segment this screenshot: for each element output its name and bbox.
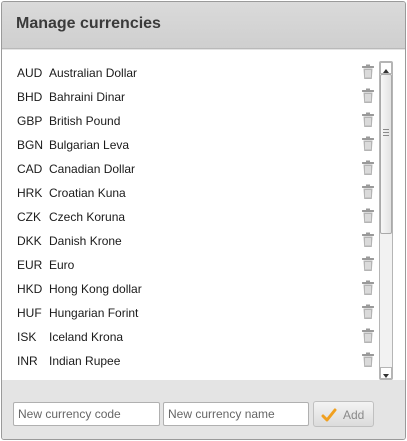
delete-currency-button[interactable] xyxy=(361,64,375,80)
trash-icon xyxy=(362,352,374,367)
thumb-grip-line xyxy=(383,132,389,133)
add-button[interactable]: Add xyxy=(313,401,374,427)
new-currency-code-input[interactable] xyxy=(13,402,160,426)
currency-code: DKK xyxy=(17,234,42,248)
manage-currencies-dialog: Manage currencies AUD Australian Dollar BH… xyxy=(1,1,406,440)
currency-row: AUD Australian Dollar xyxy=(2,61,378,85)
dialog-footer: Add xyxy=(2,390,405,439)
thumb-grip-line xyxy=(383,135,389,136)
currency-code: AUD xyxy=(17,66,43,80)
trash-icon xyxy=(362,280,374,295)
delete-currency-button[interactable] xyxy=(361,280,375,296)
currency-row: DKK Danish Krone xyxy=(2,229,378,253)
arrow-down-icon xyxy=(383,374,389,378)
currency-code: HKD xyxy=(17,282,43,296)
delete-currency-button[interactable] xyxy=(361,232,375,248)
list-scrollbar[interactable] xyxy=(379,61,393,380)
add-button-label: Add xyxy=(343,408,365,422)
delete-currency-button[interactable] xyxy=(361,208,375,224)
delete-currency-button[interactable] xyxy=(361,256,375,272)
currency-row: HKD Hong Kong dollar xyxy=(2,277,378,301)
currency-row: EUR Euro xyxy=(2,253,378,277)
currency-name: Hong Kong dollar xyxy=(49,282,142,296)
currency-name: Euro xyxy=(49,258,75,272)
trash-icon xyxy=(362,184,374,199)
currency-code: ISK xyxy=(17,330,37,344)
new-currency-name-input[interactable] xyxy=(163,402,309,426)
currency-name: Danish Krone xyxy=(49,234,122,248)
currency-name: Iceland Krona xyxy=(49,330,124,344)
currency-code: CAD xyxy=(17,162,43,176)
currency-code: INR xyxy=(17,354,38,368)
trash-icon xyxy=(362,112,374,127)
delete-currency-button[interactable] xyxy=(361,328,375,344)
currency-name: Canadian Dollar xyxy=(49,162,136,176)
trash-icon xyxy=(362,304,374,319)
currency-name: Bulgarian Leva xyxy=(49,138,130,152)
currency-row: HRK Croatian Kuna xyxy=(2,181,378,205)
delete-currency-button[interactable] xyxy=(361,304,375,320)
currency-row: ISK Iceland Krona xyxy=(2,325,378,349)
currency-code: CZK xyxy=(17,210,41,224)
currency-name: Czech Koruna xyxy=(49,210,126,224)
currency-code: GBP xyxy=(17,114,43,128)
checkmark-icon xyxy=(321,408,337,422)
trash-icon xyxy=(362,232,374,247)
trash-icon xyxy=(362,328,374,343)
currency-row: INR Indian Rupee xyxy=(2,349,378,373)
currency-code: HRK xyxy=(17,186,43,200)
currency-code: BGN xyxy=(17,138,44,152)
currency-name: Hungarian Forint xyxy=(49,306,139,320)
scroll-thumb[interactable] xyxy=(380,74,392,234)
delete-currency-button[interactable] xyxy=(361,160,375,176)
currency-row: CZK Czech Koruna xyxy=(2,205,378,229)
trash-icon xyxy=(362,136,374,151)
delete-currency-button[interactable] xyxy=(361,88,375,104)
currency-name: British Pound xyxy=(49,114,121,128)
trash-icon xyxy=(362,256,374,271)
currency-row: BHD Bahraini Dinar xyxy=(2,85,378,109)
trash-icon xyxy=(362,64,374,79)
delete-currency-button[interactable] xyxy=(361,184,375,200)
currency-name: Australian Dollar xyxy=(49,66,138,80)
dialog-title: Manage currencies xyxy=(16,15,161,32)
delete-currency-button[interactable] xyxy=(361,352,375,368)
currency-row: CAD Canadian Dollar xyxy=(2,157,378,181)
currency-name: Bahraini Dinar xyxy=(49,90,126,104)
currency-row: GBP British Pound xyxy=(2,109,378,133)
currency-code: HUF xyxy=(17,306,42,320)
trash-icon xyxy=(362,88,374,103)
currency-row: HUF Hungarian Forint xyxy=(2,301,378,325)
delete-currency-button[interactable] xyxy=(361,112,375,128)
trash-icon xyxy=(362,208,374,223)
currency-code: EUR xyxy=(17,258,43,272)
thumb-grip-line xyxy=(383,129,389,130)
currency-row: BGN Bulgarian Leva xyxy=(2,133,378,157)
scroll-down-button[interactable] xyxy=(380,367,392,379)
delete-currency-button[interactable] xyxy=(361,136,375,152)
currency-code: BHD xyxy=(17,90,43,104)
currency-list: AUD Australian Dollar BHD Bahraini Dinar GBP… xyxy=(2,50,405,380)
scroll-up-button[interactable] xyxy=(380,62,392,74)
currency-name: Croatian Kuna xyxy=(49,186,126,200)
currency-name: Indian Rupee xyxy=(49,354,121,368)
dialog-titlebar: Manage currencies xyxy=(2,2,405,49)
trash-icon xyxy=(362,160,374,175)
